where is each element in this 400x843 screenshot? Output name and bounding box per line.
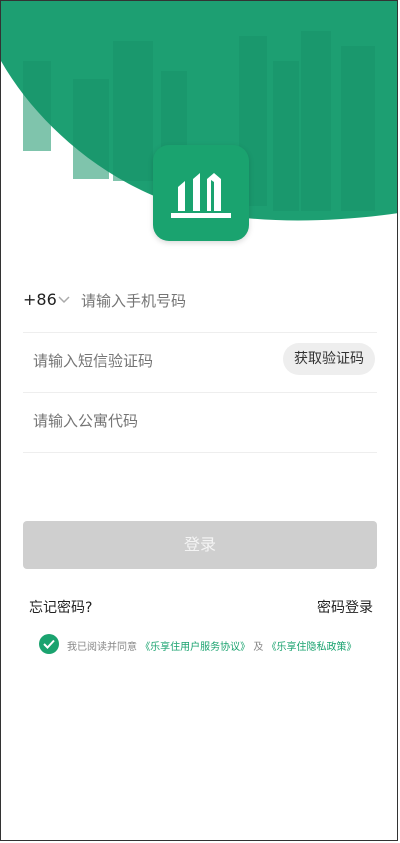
building-icon bbox=[171, 173, 231, 218]
password-login-link[interactable]: 密码登录 bbox=[317, 597, 373, 617]
apartment-code-row bbox=[23, 393, 377, 453]
privacy-policy-link[interactable]: 《乐享住隐私政策》 bbox=[267, 642, 357, 653]
app-logo bbox=[153, 145, 249, 241]
country-code-selector[interactable]: +86 bbox=[23, 290, 57, 309]
sms-code-row: 获取验证码 bbox=[23, 333, 377, 393]
get-code-button[interactable]: 获取验证码 bbox=[283, 343, 375, 375]
login-screen: +86 获取验证码 登录 忘记密码? 密码登录 我已阅读并同意 《乐享住用户服务… bbox=[0, 0, 398, 841]
login-button[interactable]: 登录 bbox=[23, 521, 377, 569]
phone-row: +86 bbox=[23, 273, 377, 333]
agreement-checkbox[interactable] bbox=[39, 634, 59, 654]
agreement-prefix: 我已阅读并同意 bbox=[67, 642, 137, 653]
agreement-text: 我已阅读并同意 《乐享住用户服务协议》 及 《乐享住隐私政策》 bbox=[67, 638, 357, 653]
check-icon bbox=[43, 639, 55, 649]
forgot-password-link[interactable]: 忘记密码? bbox=[29, 597, 92, 617]
agreement-row: 我已阅读并同意 《乐享住用户服务协议》 及 《乐享住隐私政策》 bbox=[39, 634, 384, 658]
phone-input[interactable] bbox=[81, 292, 301, 310]
agreement-connector: 及 bbox=[253, 642, 264, 653]
sms-code-input[interactable] bbox=[33, 352, 253, 370]
apartment-code-input[interactable] bbox=[33, 412, 253, 430]
chevron-down-icon[interactable] bbox=[58, 296, 70, 304]
service-agreement-link[interactable]: 《乐享住用户服务协议》 bbox=[140, 642, 250, 653]
